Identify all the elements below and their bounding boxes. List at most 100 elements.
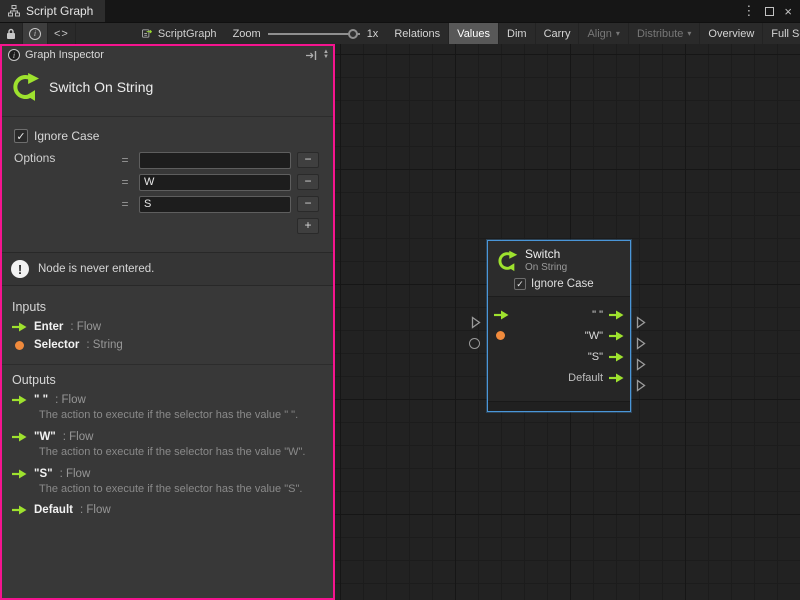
flow-arrow-icon: [12, 469, 27, 479]
string-input-port[interactable]: [496, 331, 505, 340]
option-row: = −: [117, 149, 319, 171]
add-option-button[interactable]: +: [297, 218, 319, 234]
output-port-description: The action to execute if the selector ha…: [2, 446, 333, 465]
output-port-s: "S" : Flow: [2, 465, 333, 483]
drag-handle-icon[interactable]: =: [117, 175, 133, 189]
drag-handle-icon[interactable]: =: [117, 197, 133, 211]
node-ignore-case-label: Ignore Case: [531, 278, 594, 290]
flow-input-port[interactable]: [494, 310, 509, 320]
outputs-section-title: Outputs: [2, 364, 333, 391]
switch-node-icon: [496, 250, 518, 272]
node-subtitle: On String: [525, 262, 567, 274]
graph-canvas[interactable]: Switch On String Ignore Case " ": [335, 44, 800, 600]
zoom-label: Zoom: [233, 28, 261, 40]
external-output-stub[interactable]: [636, 316, 646, 329]
external-output-stub[interactable]: [636, 337, 646, 350]
flow-arrow-icon: [12, 395, 27, 405]
node-footer: [488, 401, 630, 411]
remove-option-button[interactable]: −: [297, 152, 319, 168]
toolbar-button-dim[interactable]: Dim: [499, 23, 536, 44]
flow-output-port[interactable]: [609, 310, 624, 320]
flow-output-port[interactable]: [609, 331, 624, 341]
output-port-default: Default : Flow: [2, 501, 333, 519]
lock-button[interactable]: [0, 23, 23, 44]
panel-scroll-spinner[interactable]: ▲ ▼: [323, 50, 329, 60]
flow-arrow-icon: [12, 322, 27, 332]
node-header[interactable]: Switch On String: [488, 241, 630, 275]
output-label-w: "W": [585, 330, 603, 342]
output-label-space: " ": [592, 309, 603, 321]
node-title-label: Switch On String: [49, 79, 153, 95]
warning-icon: !: [11, 260, 29, 278]
output-port-description: The action to execute if the selector ha…: [2, 409, 333, 428]
window-titlebar: Script Graph ⋮ ×: [0, 0, 800, 22]
external-input-value-stub[interactable]: [469, 338, 480, 349]
toolbar-button-fullscreen[interactable]: Full Screen: [763, 23, 800, 44]
zoom-slider[interactable]: [268, 33, 360, 35]
output-port-space: " " : Flow: [2, 391, 333, 409]
output-label-s: "S": [588, 351, 603, 363]
inspected-node-title-block: Switch On String: [2, 64, 333, 117]
option-row: = −: [117, 193, 319, 215]
inputs-section-title: Inputs: [2, 294, 333, 318]
warning-text: Node is never entered.: [38, 263, 154, 275]
zoom-slider-handle[interactable]: [348, 29, 358, 39]
window-maximize-icon[interactable]: [765, 7, 774, 16]
flow-output-port[interactable]: [609, 373, 624, 383]
string-port-icon: [15, 341, 24, 350]
option-row: = −: [117, 171, 319, 193]
script-graph-icon: [8, 5, 20, 17]
options-label: Options: [14, 149, 117, 234]
dock-panel-icon[interactable]: [305, 50, 318, 61]
toolbar-button-overview[interactable]: Overview: [700, 23, 763, 44]
zoom-value: 1x: [367, 28, 379, 40]
tab-script-graph[interactable]: Script Graph: [0, 0, 105, 22]
node-ignore-case-checkbox[interactable]: [514, 278, 526, 290]
toolbar-button-carry[interactable]: Carry: [536, 23, 580, 44]
output-port-w: "W" : Flow: [2, 428, 333, 446]
node-port-area: " " "W": [488, 296, 630, 401]
inspector-title: Graph Inspector: [25, 49, 104, 61]
input-port-selector: Selector : String: [2, 336, 333, 354]
tab-title: Script Graph: [26, 4, 93, 18]
window-menu-icon[interactable]: ⋮: [742, 3, 755, 19]
window-close-icon[interactable]: ×: [784, 4, 792, 19]
option-input-1[interactable]: [139, 174, 291, 191]
remove-option-button[interactable]: −: [297, 174, 319, 190]
chevron-down-icon: ▾: [687, 29, 691, 38]
drag-handle-icon[interactable]: =: [117, 153, 133, 167]
ignore-case-label: Ignore Case: [34, 129, 99, 143]
switch-node-icon: [10, 72, 40, 102]
lock-icon: [6, 28, 16, 40]
code-icon: <>: [54, 28, 69, 40]
warning-banner: ! Node is never entered.: [2, 252, 333, 286]
scroll-down-icon[interactable]: ▼: [323, 55, 329, 60]
external-output-stub[interactable]: [636, 358, 646, 371]
titlebar-spacer: [105, 0, 742, 22]
options-editor: Options = − = − = −: [14, 149, 319, 234]
option-input-2[interactable]: [139, 196, 291, 213]
switch-on-string-node[interactable]: Switch On String Ignore Case " ": [487, 240, 631, 412]
node-title: Switch: [525, 248, 567, 262]
graph-inspector-panel: i Graph Inspector ▲ ▼ Switch On String: [0, 44, 335, 600]
option-input-0[interactable]: [139, 152, 291, 169]
info-icon: i: [29, 28, 41, 40]
input-port-enter: Enter : Flow: [2, 318, 333, 336]
toolbar-button-distribute[interactable]: Distribute ▾: [629, 23, 700, 44]
toolbar-button-values[interactable]: Values: [449, 23, 499, 44]
flow-output-port[interactable]: [609, 352, 624, 362]
ignore-case-checkbox[interactable]: [14, 129, 28, 143]
info-icon: i: [8, 49, 20, 61]
remove-option-button[interactable]: −: [297, 196, 319, 212]
output-port-description: The action to execute if the selector ha…: [2, 483, 333, 502]
inspector-toggle-button[interactable]: i: [23, 23, 48, 44]
external-output-stub[interactable]: [636, 379, 646, 392]
graph-name-label: ScriptGraph: [158, 28, 217, 40]
graph-breadcrumb[interactable]: ScriptGraph: [134, 23, 225, 44]
toolbar-button-relations[interactable]: Relations: [386, 23, 449, 44]
toolbar-button-align[interactable]: Align ▾: [579, 23, 628, 44]
output-label-default: Default: [568, 372, 603, 384]
external-input-flow-stub[interactable]: [471, 316, 481, 329]
code-view-button[interactable]: <>: [48, 23, 76, 44]
inspector-header: i Graph Inspector ▲ ▼: [2, 46, 333, 64]
